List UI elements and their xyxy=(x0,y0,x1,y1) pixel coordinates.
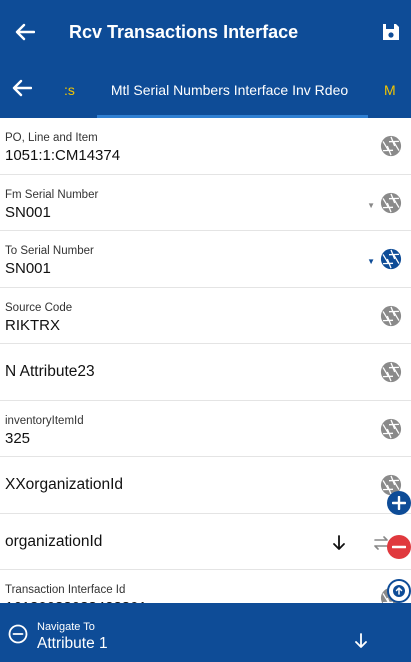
tab-back-button[interactable] xyxy=(12,79,38,103)
save-button[interactable] xyxy=(371,0,411,64)
field-label: XXorganizationId xyxy=(5,476,124,493)
field-label: Transaction Interface Id xyxy=(5,584,126,596)
minus-icon xyxy=(392,545,406,549)
field-row-to-serial-number[interactable]: To Serial Number SN001 ▼ xyxy=(0,231,411,288)
field-value: SN001 xyxy=(5,203,51,221)
caret-down-icon[interactable]: ▼ xyxy=(367,201,375,210)
field-row-source-code[interactable]: Source Code RIKTRX xyxy=(0,288,411,344)
field-value: SN001 xyxy=(5,260,51,277)
caret-down-icon[interactable]: ▼ xyxy=(367,257,375,266)
field-list: PO, Line and Item 1051:1:CM14374 Fm Seri… xyxy=(0,118,411,603)
arrow-up-icon xyxy=(393,585,405,597)
field-row-inventory-item-id[interactable]: inventoryItemId 325 xyxy=(0,401,411,457)
aperture-icon[interactable] xyxy=(380,135,402,157)
field-value: 325 xyxy=(5,429,31,447)
field-row-po-line-item[interactable]: PO, Line and Item 1051:1:CM14374 xyxy=(0,118,411,175)
aperture-icon[interactable] xyxy=(380,192,402,214)
field-value: 1051:1:CM14374 xyxy=(5,147,121,164)
navigate-to-label: Navigate To xyxy=(37,621,95,633)
aperture-icon[interactable] xyxy=(380,305,402,327)
bottom-nav-bar[interactable]: Navigate To Attribute 1 xyxy=(0,603,411,662)
field-row-organization-id[interactable]: organizationId xyxy=(0,514,411,570)
arrow-left-icon xyxy=(12,79,33,97)
plus-icon xyxy=(392,496,406,510)
field-label: inventoryItemId xyxy=(5,414,84,427)
field-label: PO, Line and Item xyxy=(5,132,98,144)
field-value: RIKTRX xyxy=(5,316,61,334)
field-label: N Attribute23 xyxy=(5,363,95,380)
aperture-icon[interactable] xyxy=(380,418,402,440)
tab-active[interactable]: Mtl Serial Numbers Interface Inv Rdeo xyxy=(97,82,362,98)
tab-next[interactable]: M xyxy=(384,82,396,98)
field-row-fm-serial-number[interactable]: Fm Serial Number SN001 ▼ xyxy=(0,175,411,231)
remove-button[interactable] xyxy=(387,535,411,559)
page-title: Rcv Transactions Interface xyxy=(69,21,299,42)
arrow-left-icon xyxy=(15,23,35,41)
field-label: organizationId xyxy=(5,532,103,550)
field-row-n-attribute23[interactable]: N Attribute23 xyxy=(0,344,411,401)
sort-down-icon[interactable] xyxy=(331,534,347,552)
add-button[interactable] xyxy=(387,491,411,515)
floppy-disk-icon xyxy=(383,24,399,40)
tab-previous[interactable]: :s xyxy=(64,82,75,98)
arrow-down-icon[interactable] xyxy=(354,633,368,649)
field-label: Source Code xyxy=(5,301,73,314)
field-row-transaction-interface-id[interactable]: Transaction Interface Id 161300830834238… xyxy=(0,570,411,603)
field-label: Fm Serial Number xyxy=(5,188,99,201)
field-row-xxorganization-id[interactable]: XXorganizationId xyxy=(0,457,411,514)
aperture-icon[interactable] xyxy=(380,248,402,270)
field-label: To Serial Number xyxy=(5,245,94,257)
collapse-circle-icon[interactable] xyxy=(8,624,28,644)
back-button[interactable] xyxy=(0,0,50,64)
tab-bar: :s Mtl Serial Numbers Interface Inv Rdeo… xyxy=(0,64,411,118)
app-bar: Rcv Transactions Interface xyxy=(0,0,411,64)
scroll-up-button[interactable] xyxy=(387,579,411,603)
aperture-icon[interactable] xyxy=(380,361,402,383)
navigate-to-value[interactable]: Attribute 1 xyxy=(37,635,108,653)
